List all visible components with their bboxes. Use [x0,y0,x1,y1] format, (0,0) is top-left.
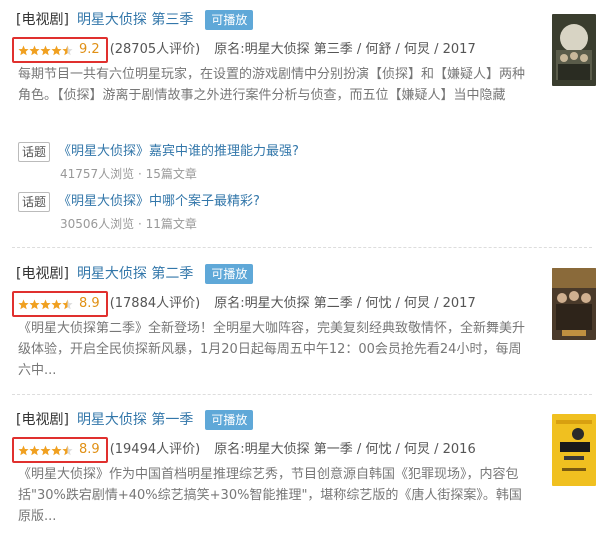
poster-thumbnail[interactable] [552,414,596,486]
rating-score: 8.9 [79,442,100,457]
star-icon [51,445,62,456]
star-icon [29,45,40,56]
playable-badge[interactable]: 可播放 [205,264,254,284]
topic-title-link[interactable]: 《明星大侦探》中哪个案子最精彩? [58,194,260,209]
original-info: 原名:明星大侦探 第一季 / 何忱 / 何炅 / 2016 [214,442,476,457]
star-rating [18,45,73,56]
topic-item: 话题 《明星大侦探》中哪个案子最精彩? 30506人浏览 · 11篇文章 [18,192,418,232]
topic-item: 话题 《明星大侦探》嘉宾中谁的推理能力最强? 41757人浏览 · 15篇文章 [18,142,418,182]
star-rating [18,299,73,310]
result-item: [电视剧] 明星大侦探 第一季 可播放 8.9 (19494人评价) 原名:明星… [12,408,596,527]
star-icon [18,445,29,456]
playable-badge[interactable]: 可播放 [205,410,254,430]
poster-thumbnail[interactable] [552,14,596,86]
vote-count: (19494人评价) [109,442,201,457]
star-icon [18,299,29,310]
result-description: 《明星大侦探第二季》全新登场！全明星大咖阵容，完美复刻经典致敬情怀，全新舞美升级… [18,321,526,378]
result-title-link[interactable]: 明星大侦探 第一季 [77,408,193,432]
result-title-line: [电视剧] 明星大侦探 第一季 可播放 [12,408,592,432]
star-icon [18,45,29,56]
half-star-icon [62,445,73,456]
category-label: [电视剧] [16,12,69,28]
star-icon [40,45,51,56]
divider [12,247,592,248]
playable-badge[interactable]: 可播放 [205,10,254,30]
topic-tag: 话题 [18,192,51,212]
topic-title-link[interactable]: 《明星大侦探》嘉宾中谁的推理能力最强? [58,144,299,159]
rating-highlight-box: 8.9 [12,437,108,463]
poster-thumbnail[interactable] [552,268,596,340]
rating-line: 8.9 (17884人评价) 原名:明星大侦探 第二季 / 何忱 / 何炅 / … [12,291,592,317]
result-item: [电视剧] 明星大侦探 第二季 可播放 8.9 (17884人评价) 原名:明星… [12,262,596,381]
result-title-link[interactable]: 明星大侦探 第三季 [77,8,193,32]
star-icon [40,299,51,310]
result-title-line: [电视剧] 明星大侦探 第三季 可播放 [12,8,592,32]
divider [12,394,592,395]
star-icon [51,299,62,310]
category-label: [电视剧] [16,266,69,282]
topic-meta: 41757人浏览 · 15篇文章 [60,167,197,181]
topic-tag: 话题 [18,142,51,162]
result-description: 《明星大侦探》作为中国首档明星推理综艺秀，节目创意源自韩国《犯罪现场》，内容包括… [18,467,522,524]
original-info: 原名:明星大侦探 第二季 / 何忱 / 何炅 / 2017 [214,296,476,311]
rating-line: 9.2 (28705人评价) 原名:明星大侦探 第三季 / 何舒 / 何炅 / … [12,37,592,63]
result-description: 每期节目一共有六位明星玩家，在设置的游戏剧情中分别扮演【侦探】和【嫌疑人】两种角… [18,67,526,103]
star-icon [51,45,62,56]
category-label: [电视剧] [16,412,69,428]
star-icon [29,299,40,310]
half-star-icon [62,299,73,310]
result-title-line: [电视剧] 明星大侦探 第二季 可播放 [12,262,592,286]
star-icon [40,445,51,456]
rating-highlight-box: 8.9 [12,291,108,317]
result-item: [电视剧] 明星大侦探 第三季 可播放 9.2 (28705人评价) 原名:明星… [12,8,596,106]
result-title-link[interactable]: 明星大侦探 第二季 [77,262,193,286]
vote-count: (28705人评价) [109,42,201,57]
rating-highlight-box: 9.2 [12,37,108,63]
star-icon [29,445,40,456]
half-star-icon [62,45,73,56]
topic-meta: 30506人浏览 · 11篇文章 [60,217,197,231]
rating-score: 8.9 [79,296,100,311]
original-info: 原名:明星大侦探 第三季 / 何舒 / 何炅 / 2017 [214,42,476,57]
star-rating [18,445,73,456]
vote-count: (17884人评价) [109,296,201,311]
rating-line: 8.9 (19494人评价) 原名:明星大侦探 第一季 / 何忱 / 何炅 / … [12,437,592,463]
rating-score: 9.2 [79,42,100,57]
